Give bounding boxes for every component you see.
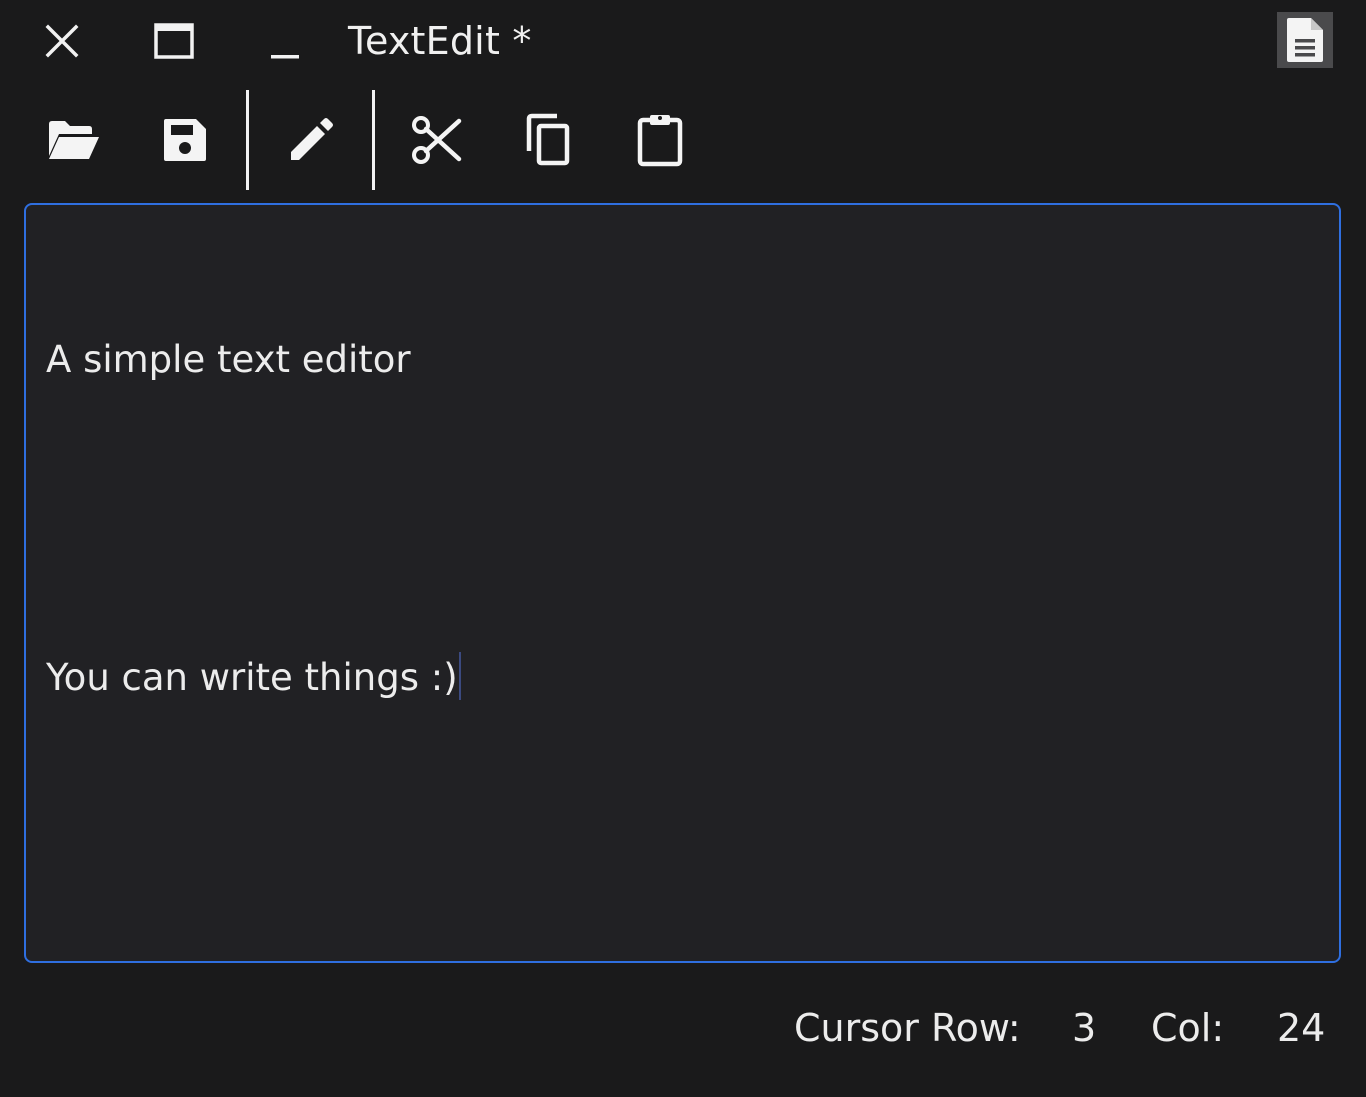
minimize-button[interactable] [256, 12, 316, 70]
window-title: TextEdit * [348, 19, 532, 63]
copy-icon [526, 113, 570, 166]
close-icon [45, 24, 79, 58]
text-editor[interactable]: A simple text editor You can write thing… [24, 203, 1341, 963]
folder-open-icon [49, 121, 99, 159]
title-bar: TextEdit * [0, 0, 1366, 82]
edit-button[interactable] [273, 98, 349, 182]
editor-content[interactable]: A simple text editor You can write thing… [46, 227, 461, 810]
toolbar [0, 88, 1366, 192]
editor-line-text: You can write things :) [46, 656, 458, 699]
close-button[interactable] [32, 12, 92, 70]
cursor-col-value: 24 [1277, 1006, 1326, 1050]
toolbar-separator [246, 90, 249, 190]
toolbar-separator [372, 90, 375, 190]
app-menu-button[interactable] [1277, 12, 1333, 68]
editor-line: A simple text editor [46, 338, 411, 381]
maximize-button[interactable] [144, 12, 204, 70]
scissors-icon [412, 116, 462, 164]
text-caret [458, 652, 461, 700]
open-file-button[interactable] [36, 98, 112, 182]
text-edit-window: TextEdit * A simple text editor You can … [0, 0, 1366, 1097]
cut-button[interactable] [399, 98, 475, 182]
clipboard-icon [637, 115, 683, 167]
paste-button[interactable] [622, 98, 698, 182]
cursor-col-label: Col: [1151, 1006, 1225, 1050]
cursor-row-value: 3 [1072, 1006, 1097, 1050]
document-icon [1287, 18, 1323, 62]
cursor-row-label: Cursor Row: [794, 1006, 1021, 1050]
save-file-button[interactable] [147, 98, 223, 182]
minimize-icon [271, 55, 299, 59]
save-icon [164, 119, 206, 161]
maximize-icon [154, 23, 194, 59]
editor-line: You can write things :) [46, 651, 461, 704]
pencil-icon [291, 118, 333, 160]
copy-button[interactable] [510, 98, 586, 182]
